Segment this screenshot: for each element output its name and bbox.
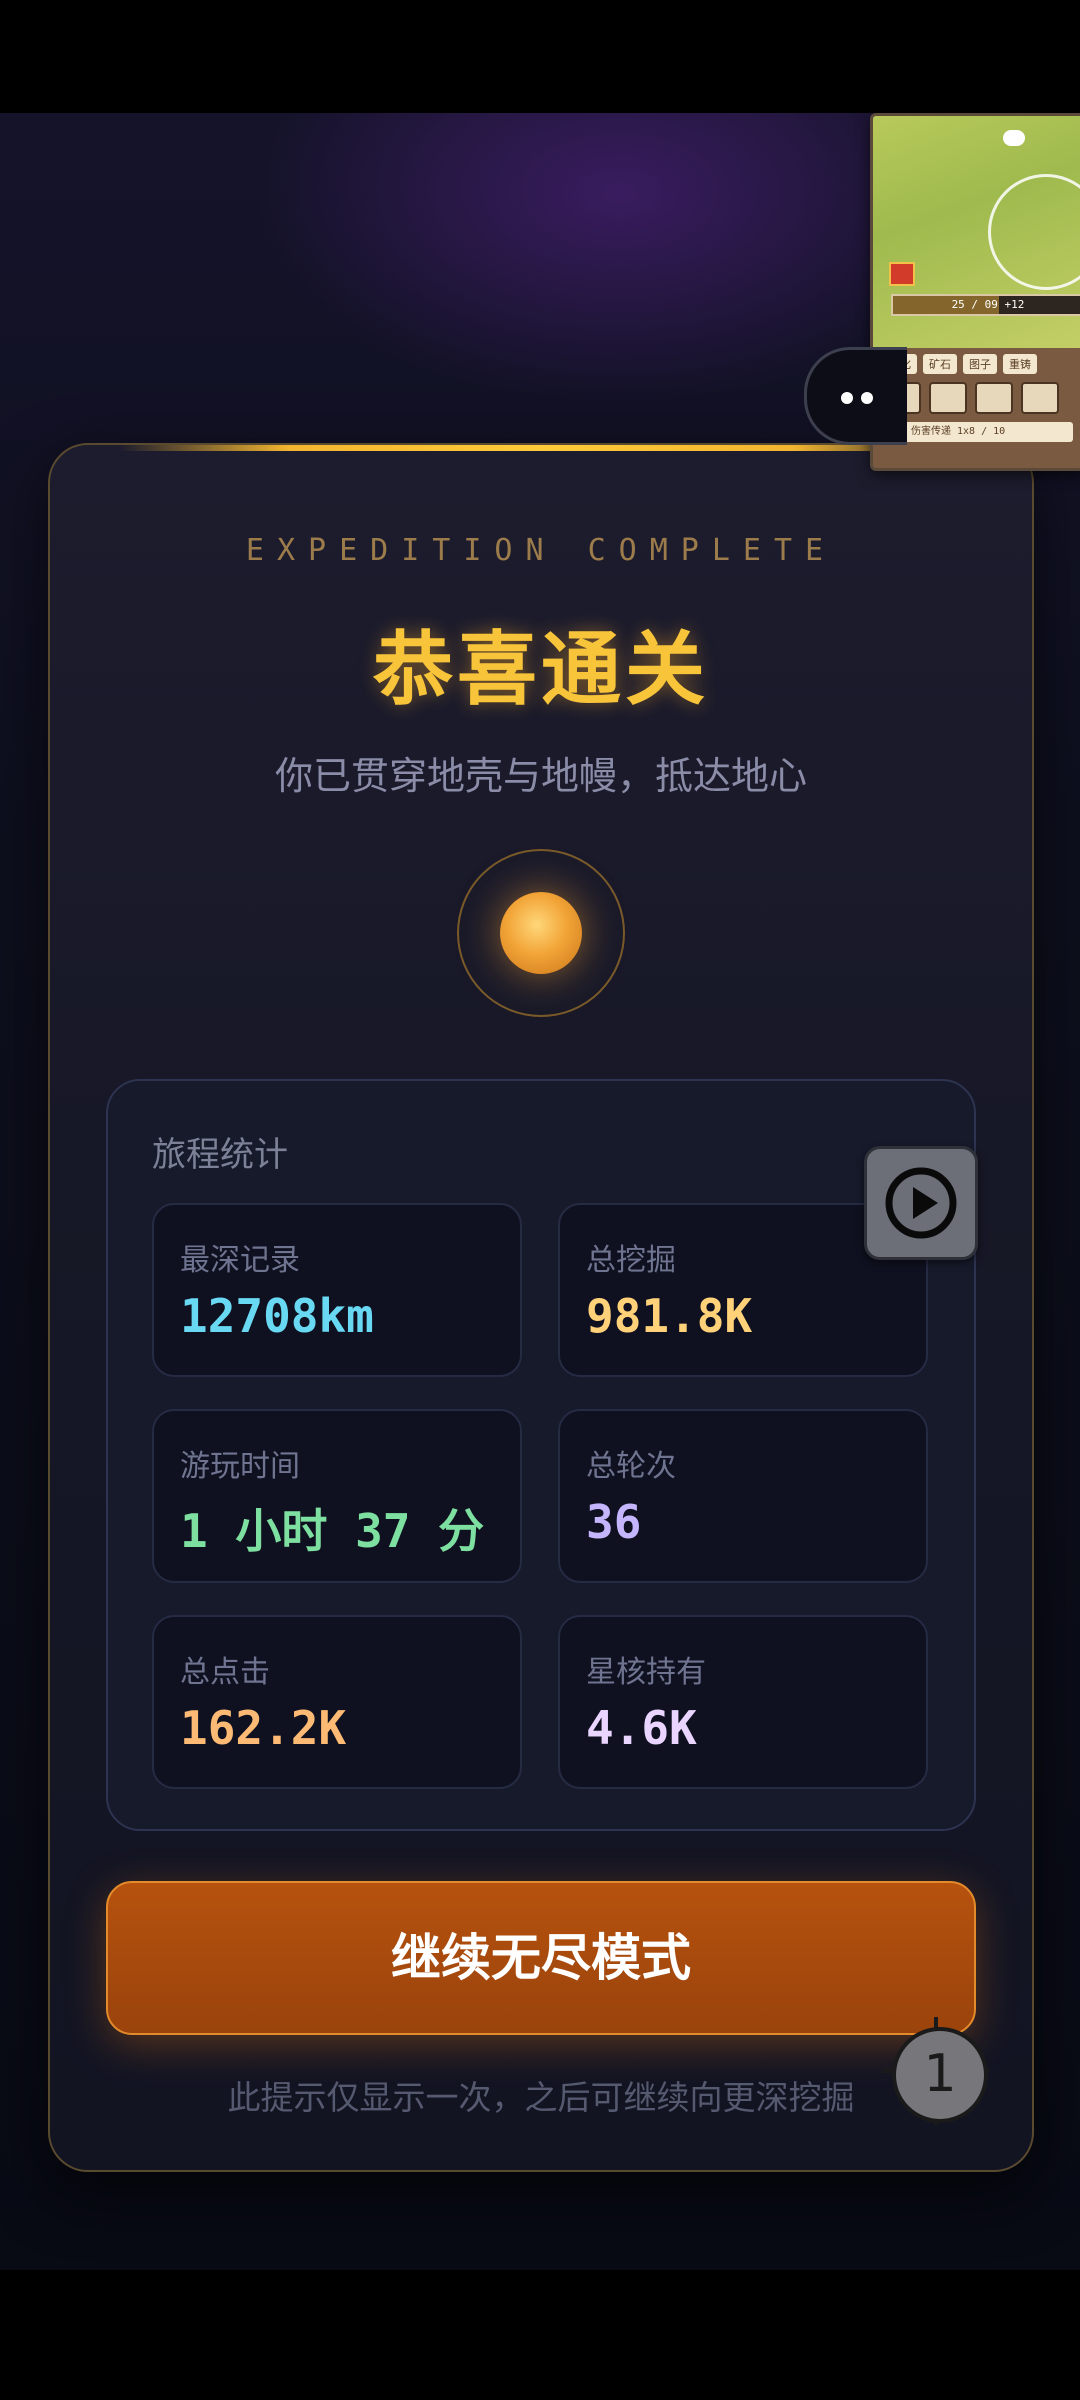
stat-value: 4.6K [586, 1701, 697, 1755]
stat-value: 981.8K [586, 1289, 753, 1343]
stat-total-rounds: 总轮次 36 [558, 1409, 928, 1583]
navigation-bar-area [0, 2270, 1080, 2400]
gift-icon [889, 262, 915, 286]
more-menu-button[interactable] [804, 347, 907, 445]
stat-play-time: 游玩时间 1 小时 37 分 [152, 1409, 522, 1583]
preview-tab: 重铸 [1003, 354, 1037, 374]
stat-label: 总点击 [180, 1655, 270, 1690]
journey-stats-panel: 旅程统计 最深记录 12708km 总挖掘 981.8K 游玩时间 1 小时 3… [106, 1079, 976, 1831]
preview-tab: 图子 [963, 354, 997, 374]
game-background: EXPEDITION COMPLETE 恭喜通关 你已贯穿地壳与地幔，抵达地心 … [0, 113, 1080, 2270]
preview-tab: 矿石 [923, 354, 957, 374]
stat-value: 162.2K [180, 1701, 347, 1755]
preview-grass-field: 25 / 09 +12 [873, 116, 1080, 348]
stat-star-cores: 星核持有 4.6K [558, 1615, 928, 1789]
stats-title: 旅程统计 [152, 1135, 288, 1175]
ore-slot-icon [1021, 382, 1059, 414]
dig-circle [988, 174, 1080, 290]
menu-dot-icon [841, 392, 853, 404]
continue-endless-button[interactable]: 继续无尽模式 [106, 1881, 976, 2035]
preview-progress-text: 25 / 09 +12 [951, 298, 1025, 311]
touch-indicator-badge: 1 [892, 2027, 988, 2123]
stat-value: 1 小时 37 分 [180, 1504, 485, 1558]
stat-label: 最深记录 [180, 1243, 300, 1278]
one-time-hint: 此提示仅显示一次，之后可继续向更深挖掘 [227, 2078, 855, 2117]
stat-total-clicks: 总点击 162.2K [152, 1615, 522, 1789]
ore-slot-icon [929, 382, 967, 414]
preview-upgrade-row: 伤害传递 1x8 / 10 [883, 422, 1073, 442]
completion-card: EXPEDITION COMPLETE 恭喜通关 你已贯穿地壳与地幔，抵达地心 … [48, 443, 1034, 2172]
core-orb-icon [500, 892, 582, 974]
stat-deepest-record: 最深记录 12708km [152, 1203, 522, 1377]
card-top-glow [120, 445, 962, 451]
ore-slot-icon [975, 382, 1013, 414]
stat-label: 游玩时间 [180, 1449, 300, 1484]
stat-label: 总轮次 [586, 1449, 676, 1484]
eyebrow-label: EXPEDITION COMPLETE [245, 533, 837, 568]
menu-dot-icon [861, 392, 873, 404]
play-icon [885, 1167, 957, 1239]
status-bar-area [0, 0, 1080, 113]
play-video-button[interactable] [864, 1146, 978, 1260]
completion-title: 恭喜通关 [373, 623, 709, 716]
stat-label: 总挖掘 [586, 1243, 676, 1278]
completion-subtitle: 你已贯穿地壳与地幔，抵达地心 [274, 754, 807, 798]
stat-value: 12708km [180, 1289, 374, 1343]
stat-value: 36 [586, 1495, 642, 1549]
sheep-icon [1003, 130, 1025, 146]
preview-progress-bar: 25 / 09 +12 [891, 294, 1080, 316]
stat-label: 星核持有 [586, 1655, 706, 1690]
